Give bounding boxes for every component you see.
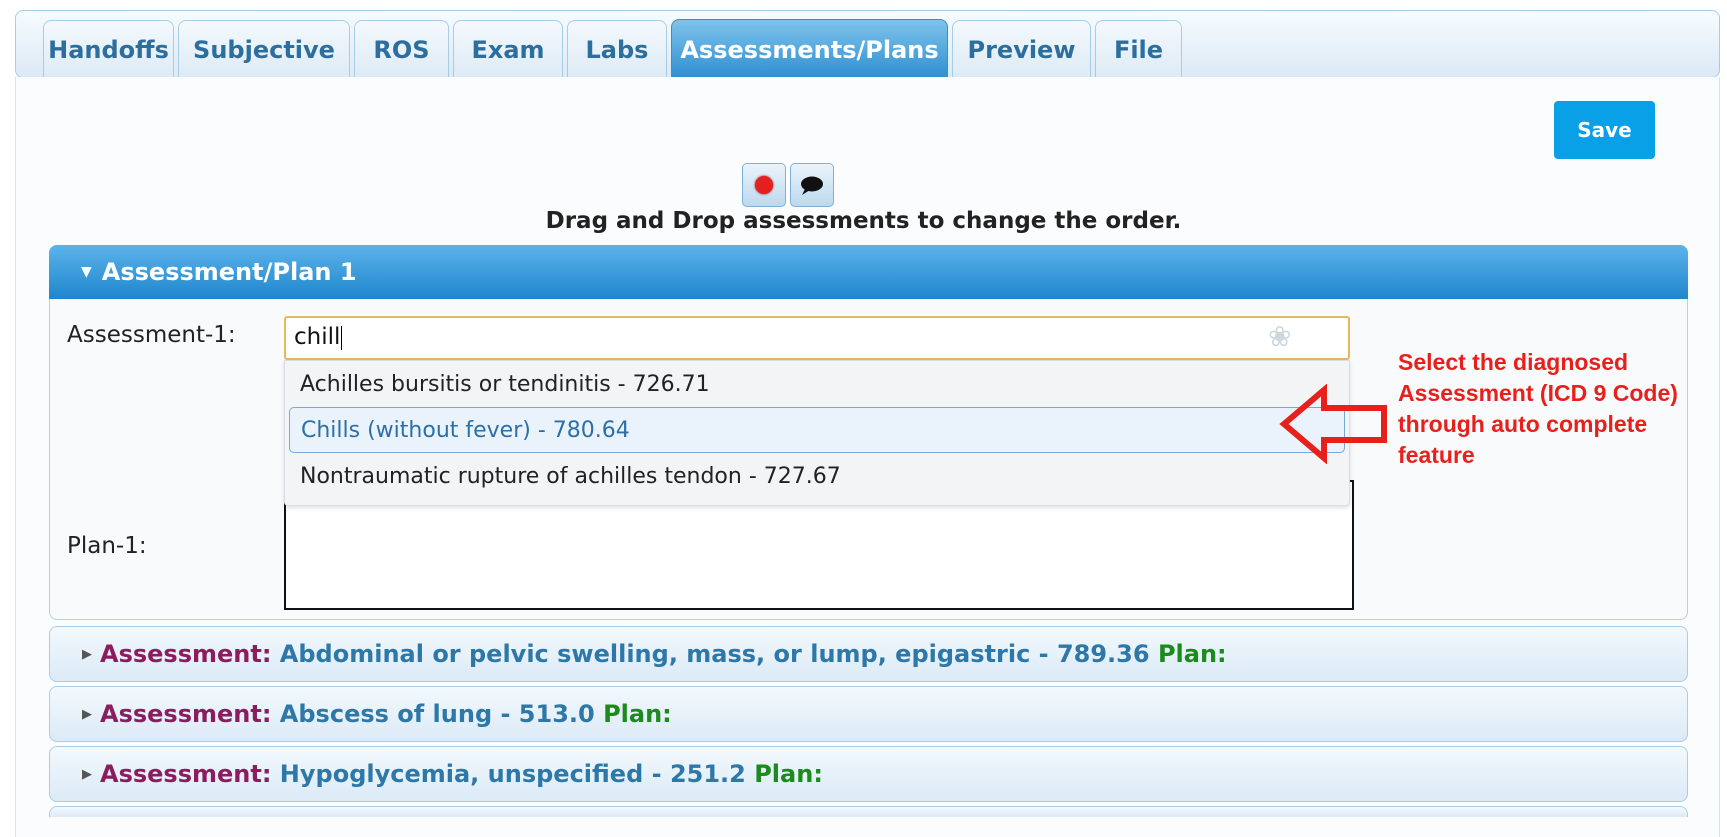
tab-handoffs[interactable]: Handoffs: [43, 20, 174, 78]
tab-labs[interactable]: Labs: [567, 20, 667, 78]
drag-hint: Drag and Drop assessments to change the …: [545, 208, 1182, 234]
tab-exam[interactable]: Exam: [453, 20, 563, 78]
annotation-arrow-icon: [1279, 384, 1387, 464]
assessment-1-label: Assessment-1:: [67, 322, 236, 348]
comment-button[interactable]: [790, 163, 834, 207]
autocomplete-item-selected[interactable]: Chills (without fever) - 780.64: [289, 407, 1345, 453]
plan-key: Plan:: [754, 760, 823, 788]
tab-subjective[interactable]: Subjective: [178, 20, 350, 78]
assessment-1-input[interactable]: chill: [284, 316, 1350, 360]
tab-preview[interactable]: Preview: [952, 20, 1091, 78]
annotation-line: through auto complete: [1398, 411, 1648, 437]
assessment-plan-1-header[interactable]: ▼ Assessment/Plan 1: [49, 245, 1688, 299]
assessment-key: Assessment:: [100, 640, 272, 668]
assessment-row[interactable]: ▶ Assessment: Abscess of lung - 513.0 Pl…: [49, 686, 1688, 742]
caret-right-icon: ▶: [82, 706, 92, 722]
plan-key: Plan:: [1157, 640, 1227, 668]
caret-right-icon: ▶: [82, 766, 92, 782]
plan-1-label: Plan-1:: [67, 533, 147, 559]
annotation-text: Select the diagnosed Assessment (ICD 9 C…: [1398, 347, 1727, 471]
annotation-line: Select the diagnosed: [1398, 349, 1629, 375]
save-button[interactable]: Save: [1554, 101, 1655, 159]
record-icon: [755, 176, 773, 194]
assessment-value: Abscess of lung - 513.0: [279, 700, 595, 728]
assessment-1-value: chill: [294, 324, 341, 350]
assessment-row-partial: [49, 806, 1688, 817]
autocomplete-item[interactable]: Nontraumatic rupture of achilles tendon …: [285, 453, 1349, 499]
assessment-key: Assessment:: [100, 700, 272, 728]
assessment-key: Assessment:: [100, 760, 272, 788]
annotation-line: feature: [1398, 442, 1475, 468]
caret-right-icon: ▶: [82, 646, 92, 662]
tab-file[interactable]: File: [1095, 20, 1182, 78]
annotation-line: Assessment (ICD 9 Code): [1398, 380, 1678, 406]
plan-key: Plan:: [603, 700, 672, 728]
assessment-row[interactable]: ▶ Assessment: Hypoglycemia, unspecified …: [49, 746, 1688, 802]
assessment-value: Abdominal or pelvic swelling, mass, or l…: [279, 640, 1150, 668]
tab-assessments-plans[interactable]: Assessments/Plans: [671, 19, 948, 79]
record-button[interactable]: [742, 163, 786, 207]
assessment-value: Hypoglycemia, unspecified - 251.2: [279, 760, 746, 788]
speech-bubble-icon: [801, 176, 823, 195]
assessment-row[interactable]: ▶ Assessment: Abdominal or pelvic swelli…: [49, 626, 1688, 682]
tab-ros[interactable]: ROS: [354, 20, 449, 78]
caret-down-icon: ▼: [81, 264, 92, 280]
autocomplete-item[interactable]: Achilles bursitis or tendinitis - 726.71: [285, 361, 1349, 407]
assessment-plan-1-title: Assessment/Plan 1: [101, 258, 357, 286]
voice-input-icon[interactable]: ❀: [1268, 320, 1291, 353]
autocomplete-dropdown: Achilles bursitis or tendinitis - 726.71…: [284, 360, 1350, 506]
